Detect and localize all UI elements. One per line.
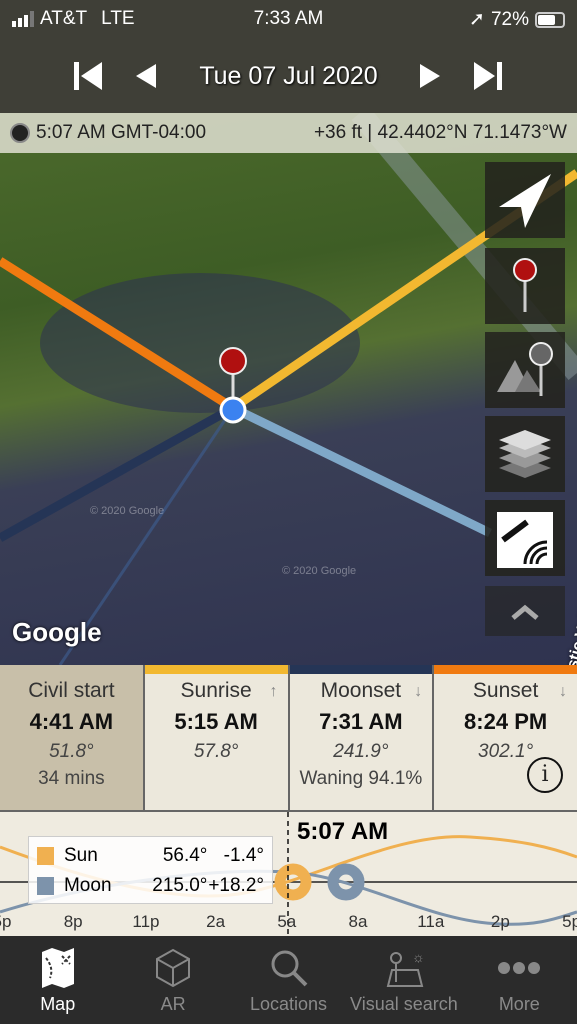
event-card-sunset[interactable]: ↓ Sunset 8:24 PM 302.1° i xyxy=(432,665,577,810)
battery-icon xyxy=(535,11,565,28)
event-azimuth: 51.8° xyxy=(49,741,94,762)
map-watermark: © 2020 Google xyxy=(282,565,357,577)
current-time-label: 5:07 AM xyxy=(297,818,389,845)
event-card-sunrise[interactable]: ↑ Sunrise 5:15 AM 57.8° xyxy=(142,665,288,810)
tab-ar[interactable]: AR xyxy=(115,936,230,1024)
legend-azimuth: 56.4° xyxy=(162,845,208,866)
event-time: 7:31 AM xyxy=(319,709,403,734)
current-time[interactable]: 5:07 AM GMT-04:00 xyxy=(36,122,206,144)
legend-swatch xyxy=(37,847,54,865)
mountain-pin-icon xyxy=(497,342,553,396)
svg-text:☼: ☼ xyxy=(412,949,424,965)
layers-button[interactable] xyxy=(485,416,565,492)
time-tick: 5p xyxy=(0,912,12,931)
more-dots-icon xyxy=(462,948,577,988)
events-panel: Civil start 4:41 AM 51.8° 34 mins ↑ Sunris… xyxy=(0,665,577,810)
time-tick: 11a xyxy=(417,912,445,931)
tab-visual-search[interactable]: ☼ Visual search xyxy=(346,936,461,1024)
legend-row: Sun 56.4° -1.4° xyxy=(37,841,264,871)
event-time: 4:41 AM xyxy=(29,709,114,734)
event-title: Sunset xyxy=(472,679,539,702)
time-tick: 2a xyxy=(206,912,226,931)
arrow-down-icon: ↓ xyxy=(414,683,423,700)
event-time: 8:24 PM xyxy=(464,709,548,734)
red-pin-icon xyxy=(513,258,537,312)
legend: Sun 56.4° -1.4° Moon 215.0° +18.2° xyxy=(28,836,273,904)
arrow-down-icon: ↓ xyxy=(559,683,567,700)
info-bar: 5:07 AM GMT-04:00 +36 ft | 42.4402°N 71.… xyxy=(0,113,577,153)
pin-icon[interactable] xyxy=(219,347,247,375)
legend-swatch xyxy=(37,877,54,895)
ar-cube-icon xyxy=(115,948,230,988)
tab-map[interactable]: Map xyxy=(0,936,115,1024)
location-icon: ➚ xyxy=(469,9,485,30)
map-icon xyxy=(0,948,115,988)
map-watermark: © 2020 Google xyxy=(90,505,165,517)
time-tick: 2p xyxy=(490,912,510,931)
tab-label: More xyxy=(498,994,540,1014)
tab-more[interactable]: More xyxy=(462,936,577,1024)
event-color-bar xyxy=(434,665,577,674)
legend-azimuth: 215.0° xyxy=(152,875,208,896)
time-tick: 11p xyxy=(132,912,160,931)
moon-phase-icon xyxy=(10,123,30,143)
locate-button[interactable] xyxy=(485,162,565,238)
tab-label: Visual search xyxy=(350,994,458,1014)
legend-altitude: +18.2° xyxy=(208,875,265,896)
event-time: 5:15 AM xyxy=(174,709,258,734)
current-location-dot xyxy=(219,396,247,424)
search-icon xyxy=(231,948,346,988)
next-day-button[interactable] xyxy=(418,60,442,99)
elevation-pin-button[interactable] xyxy=(485,332,565,408)
satellite-icon xyxy=(497,512,553,568)
event-card-civil-start[interactable]: Civil start 4:41 AM 51.8° 34 mins xyxy=(0,665,143,810)
status-right: ➚ 72% xyxy=(469,8,565,31)
last-day-button[interactable] xyxy=(472,60,504,99)
tab-locations[interactable]: Locations xyxy=(231,936,346,1024)
event-color-bar xyxy=(289,665,433,674)
time-axis: 5p 8p 11p 2a 5a 8a 11a 2p 5p xyxy=(0,912,577,936)
arrow-up-icon: ↑ xyxy=(269,683,278,700)
info-icon[interactable]: i xyxy=(527,757,563,793)
time-tick: 5p xyxy=(562,912,577,931)
legend-name: Sun xyxy=(63,845,98,866)
moonset-line xyxy=(231,403,492,538)
layers-icon xyxy=(499,430,551,478)
google-logo: Google xyxy=(12,617,102,647)
legend-row: Moon 215.0° +18.2° xyxy=(37,871,264,901)
top-bar: AT&T LTE 7:33 AM ➚ 72% Tue 07 Jul 2020 xyxy=(0,0,577,113)
event-color-bar xyxy=(144,665,288,674)
event-title: Civil start xyxy=(28,679,115,702)
time-tick: 8p xyxy=(63,912,83,931)
event-title: Sunrise xyxy=(180,679,252,702)
chevron-up-icon xyxy=(511,604,539,620)
tab-label: Locations xyxy=(249,994,328,1014)
legend-altitude: -1.4° xyxy=(223,845,265,866)
pin-button[interactable] xyxy=(485,248,565,324)
legend-name: Moon xyxy=(63,875,112,896)
visual-search-icon: ☼ xyxy=(346,948,461,988)
event-title: Moonset xyxy=(320,679,402,702)
event-extra: 34 mins xyxy=(38,768,105,789)
satellite-button[interactable] xyxy=(485,500,565,576)
time-tick: 5a xyxy=(277,912,297,931)
tab-label: Map xyxy=(40,994,76,1014)
moonrise-line xyxy=(0,404,236,542)
battery-percent: 72% xyxy=(490,8,529,30)
navigation-arrow-icon xyxy=(499,174,551,228)
time-tick: 8a xyxy=(348,912,368,931)
timeline-chart[interactable]: 5:07 AM Sun 56.4° -1.4° Moon 215.0°+18.2° 5p… xyxy=(0,810,577,938)
tab-label: AR xyxy=(160,994,186,1014)
tab-bar: Map AR Locations ☼ Visual search More xyxy=(0,936,577,1024)
event-azimuth: 57.8° xyxy=(193,741,239,762)
location-coordinates[interactable]: +36 ft | 42.4402°N 71.1473°W xyxy=(314,122,567,144)
expand-button[interactable] xyxy=(485,586,565,636)
event-extra: Waning 94.1% xyxy=(299,768,423,789)
event-azimuth: 241.9° xyxy=(333,741,389,762)
event-card-moonset[interactable]: ↓ Moonset 7:31 AM 241.9° Waning 94.1% xyxy=(287,665,433,810)
